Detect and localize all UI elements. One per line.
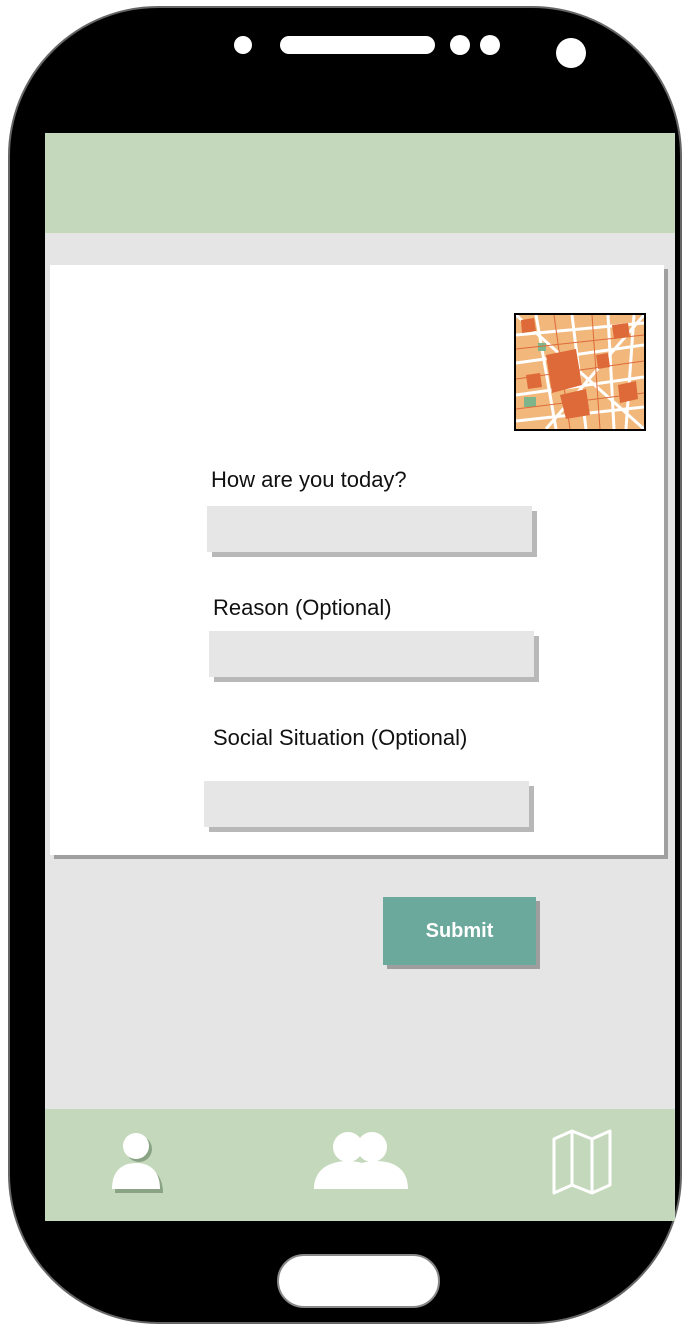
checkin-card: How are you today? Reason (Optional) Soc…	[50, 265, 664, 965]
reason-input[interactable]	[209, 631, 534, 677]
screen: How are you today? Reason (Optional) Soc…	[45, 133, 675, 1221]
map-image	[516, 315, 644, 429]
submit-button[interactable]: Submit	[383, 897, 536, 965]
mood-input[interactable]	[207, 506, 532, 552]
nav-item-social[interactable]	[312, 1127, 412, 1197]
social-label: Social Situation (Optional)	[213, 725, 468, 750]
bottom-nav	[45, 1109, 675, 1221]
map-icon	[552, 1129, 612, 1195]
map-thumbnail[interactable]	[514, 313, 646, 431]
nav-item-map[interactable]	[550, 1127, 614, 1197]
header-bar	[45, 133, 675, 233]
person-icon	[112, 1133, 163, 1193]
group-icon	[314, 1132, 408, 1189]
sensor-dot-1	[450, 35, 470, 55]
phone-frame: How are you today? Reason (Optional) Soc…	[8, 6, 682, 1324]
speaker-grille	[280, 36, 435, 54]
camera-dot-left	[234, 36, 252, 54]
nav-item-profile[interactable]	[107, 1127, 171, 1197]
home-button[interactable]	[277, 1254, 440, 1308]
sensor-dot-2	[480, 35, 500, 55]
social-input[interactable]	[204, 781, 529, 827]
front-camera	[556, 38, 586, 68]
reason-label: Reason (Optional)	[213, 595, 392, 620]
mood-label: How are you today?	[211, 467, 407, 492]
